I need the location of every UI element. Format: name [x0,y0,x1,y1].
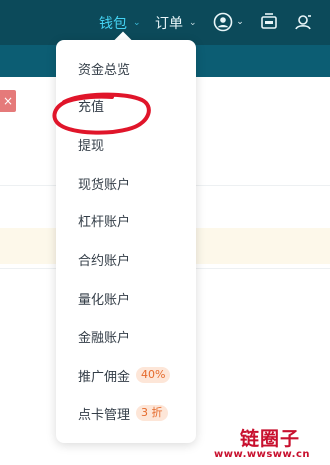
chevron-down-icon[interactable]: ⌄ [234,11,246,33]
chevron-down-icon: ⌄ [189,17,197,28]
menu-item-label: 杠杆账户 [78,214,131,230]
watermark-url: www.wwsww.cn [214,449,310,460]
menu-item-fund-overview[interactable]: 资金总览 [78,56,130,80]
menu-item-label: 量化账户 [78,292,131,308]
menu-item-label: 金融账户 [78,330,131,346]
menu-item-contract-account[interactable]: 合约账户 [78,247,130,271]
menu-item-point-card[interactable]: 点卡管理 3 折 [78,401,168,425]
commission-badge: 40% [136,367,171,383]
menu-item-quant-account[interactable]: 量化账户 [78,286,130,310]
nav-orders-label: 订单 [155,15,183,32]
menu-item-label: 点卡管理 [78,407,131,423]
menu-item-finance-account[interactable]: 金融账户 [78,324,130,348]
user-circle-icon[interactable] [212,11,234,33]
wallet-dropdown-menu: 资金总览 充值 提现 现货账户 杠杆账户 合约账户 量化账户 金融账户 推广佣金… [56,40,196,443]
support-icon[interactable] [292,11,314,33]
menu-item-withdraw[interactable]: 提现 [78,132,104,156]
download-app-icon[interactable] [258,11,280,33]
menu-item-referral-commission[interactable]: 推广佣金 40% [78,363,171,387]
close-button[interactable]: × [0,90,16,112]
menu-item-margin-account[interactable]: 杠杆账户 [78,208,130,232]
menu-item-label: 现货账户 [78,177,131,193]
nav-orders[interactable]: 订单 ⌄ [155,0,197,45]
nav-wallet-label: 钱包 [99,15,127,32]
menu-item-label: 推广佣金 [78,369,131,385]
menu-item-deposit[interactable]: 充值 [78,93,104,117]
watermark-title: 链圈子 [240,428,301,450]
chevron-down-icon: ⌄ [133,17,141,28]
menu-item-label: 合约账户 [78,253,131,269]
discount-badge: 3 折 [136,405,168,421]
menu-item-label: 充值 [78,99,105,115]
menu-item-label: 提现 [78,138,105,154]
menu-item-spot-account[interactable]: 现货账户 [78,171,130,195]
menu-item-label: 资金总览 [78,62,131,78]
